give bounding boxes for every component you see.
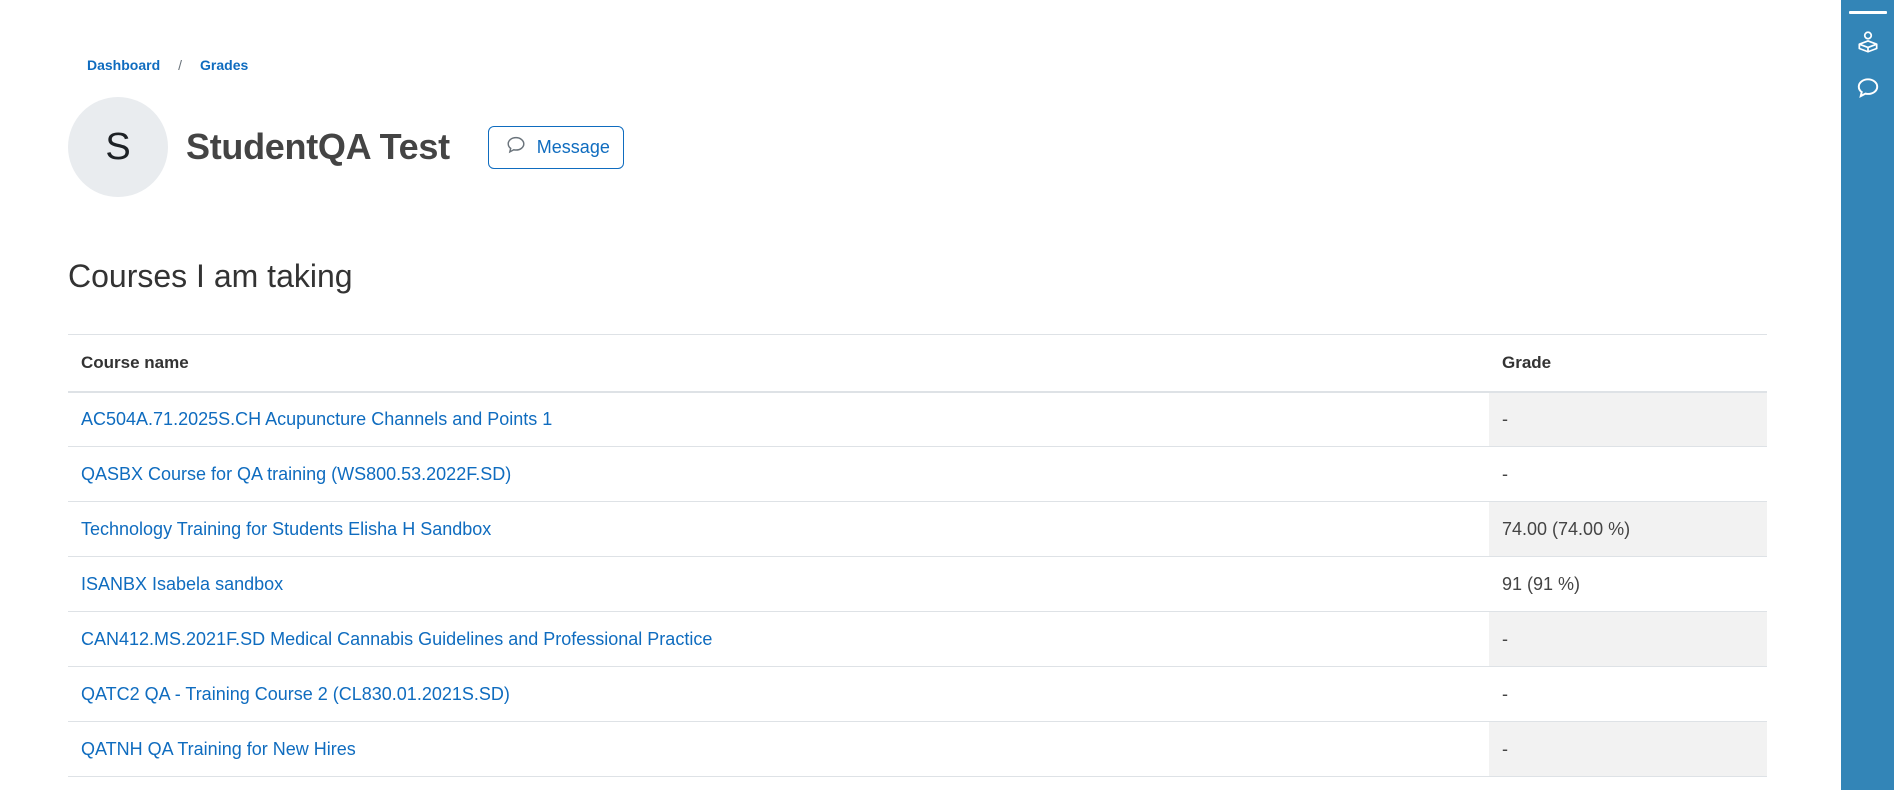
table-header-row: Course name Grade (68, 334, 1767, 393)
message-button[interactable]: Message (487, 125, 624, 169)
course-cell: QASBX Course for QA training (WS800.53.2… (68, 446, 1489, 502)
course-cell: QATC2 QA - Training Course 2 (CL830.01.2… (68, 666, 1489, 722)
grade-header[interactable]: Grade (1489, 334, 1767, 393)
drawer-handle[interactable] (1848, 11, 1887, 14)
course-cell: CAN412.MS.2021F.SD Medical Cannabis Guid… (68, 611, 1489, 667)
table-row: Technology Training for Students Elisha … (68, 501, 1767, 557)
table-row: ISANBX Isabela sandbox 91 (91 %) (68, 556, 1767, 612)
course-name-header[interactable]: Course name (68, 334, 1489, 393)
table-row: QATC2 QA - Training Course 2 (CL830.01.2… (68, 666, 1767, 722)
course-cell: AC504A.71.2025S.CH Acupuncture Channels … (68, 391, 1489, 447)
message-button-label: Message (536, 136, 610, 157)
course-cell: ISANBX Isabela sandbox (68, 556, 1489, 612)
course-link[interactable]: CAN412.MS.2021F.SD Medical Cannabis Guid… (81, 629, 712, 649)
grade-cell: 74.00 (74.00 %) (1489, 501, 1767, 557)
breadcrumb: Dashboard / Grades (87, 57, 248, 73)
course-link[interactable]: AC504A.71.2025S.CH Acupuncture Channels … (81, 409, 552, 429)
chat-bubble-icon[interactable] (1850, 70, 1886, 106)
breadcrumb-grades-link[interactable]: Grades (200, 57, 248, 73)
courses-table: Course name Grade AC504A.71.2025S.CH Acu… (68, 334, 1767, 777)
course-link[interactable]: QASBX Course for QA training (WS800.53.2… (81, 464, 511, 484)
course-link[interactable]: Technology Training for Students Elisha … (81, 519, 491, 539)
user-header: S StudentQA Test Message (68, 97, 624, 197)
grade-cell: 91 (91 %) (1489, 556, 1767, 612)
breadcrumb-separator: / (178, 57, 183, 73)
course-link[interactable]: QATNH QA Training for New Hires (81, 739, 356, 759)
course-index-icon[interactable] (1850, 24, 1886, 60)
table-row: QASBX Course for QA training (WS800.53.2… (68, 446, 1767, 502)
page: Dashboard / Grades S StudentQA Test Mess… (0, 0, 1894, 790)
section-title: Courses I am taking (68, 258, 353, 294)
speech-bubble-icon (505, 134, 527, 161)
grade-cell: - (1489, 666, 1767, 722)
table-row: CAN412.MS.2021F.SD Medical Cannabis Guid… (68, 611, 1767, 667)
grade-cell: - (1489, 721, 1767, 777)
breadcrumb-dashboard-link[interactable]: Dashboard (87, 57, 160, 73)
table-row: QATNH QA Training for New Hires - (68, 721, 1767, 777)
course-cell: QATNH QA Training for New Hires (68, 721, 1489, 777)
grade-cell: - (1489, 391, 1767, 447)
course-cell: Technology Training for Students Elisha … (68, 501, 1489, 557)
right-drawer (1841, 0, 1894, 790)
course-link[interactable]: QATC2 QA - Training Course 2 (CL830.01.2… (81, 684, 510, 704)
grade-cell: - (1489, 446, 1767, 502)
table-row: AC504A.71.2025S.CH Acupuncture Channels … (68, 391, 1767, 447)
page-title: StudentQA Test (186, 126, 450, 167)
avatar[interactable]: S (68, 97, 168, 197)
grade-cell: - (1489, 611, 1767, 667)
course-link[interactable]: ISANBX Isabela sandbox (81, 574, 283, 594)
